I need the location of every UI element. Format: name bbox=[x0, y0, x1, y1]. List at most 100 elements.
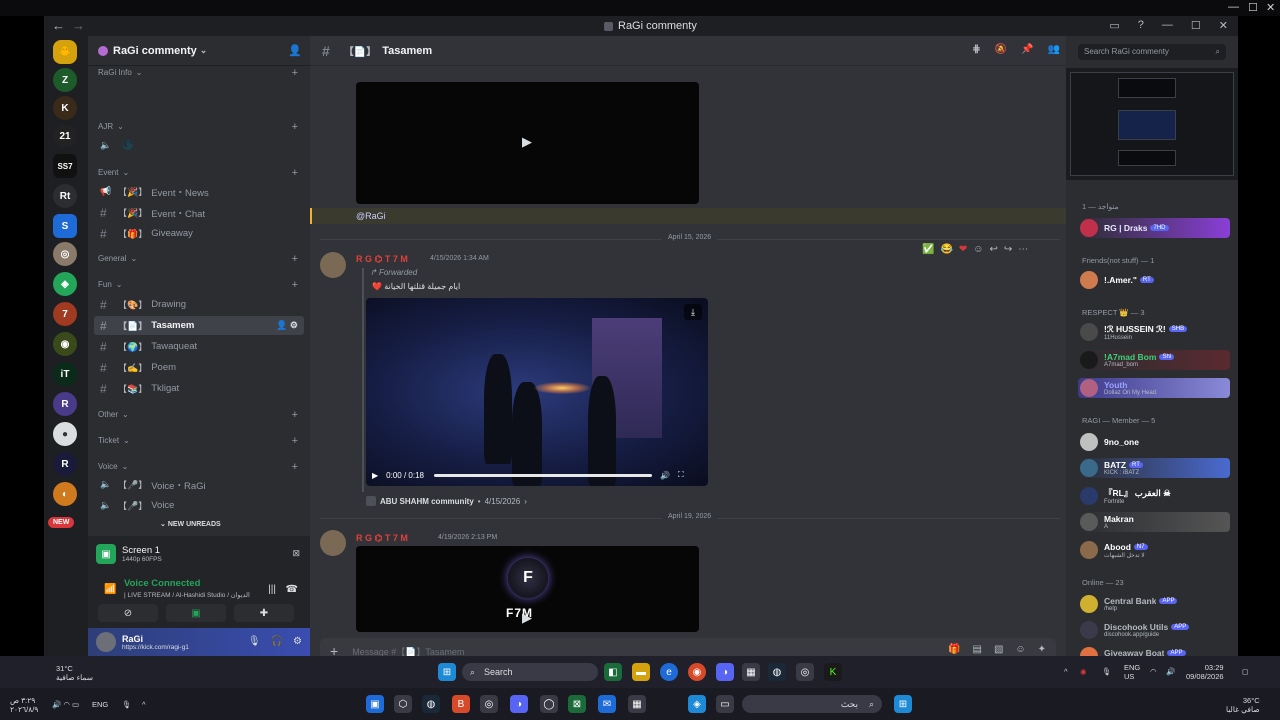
play-icon[interactable]: ▶ bbox=[522, 134, 532, 150]
tray-mic-icon[interactable]: 🎙 bbox=[1102, 667, 1112, 676]
avatar[interactable] bbox=[96, 632, 116, 652]
fullscreen-icon[interactable]: ⛶ bbox=[678, 470, 684, 480]
add-channel-icon[interactable]: + bbox=[292, 435, 298, 447]
tray-app-icon[interactable]: ◉ bbox=[1080, 667, 1087, 676]
folder-icon[interactable]: ▬ bbox=[632, 663, 650, 681]
category-header[interactable]: General ⌄ + bbox=[98, 253, 298, 265]
member-item[interactable]: Youth Dollaz On My Head. bbox=[1078, 378, 1230, 398]
channel-item[interactable]: # 【📚】 Tkligat bbox=[94, 379, 304, 398]
mention-text[interactable]: @RaGi bbox=[356, 211, 386, 221]
mic-icon[interactable]: 🎙 bbox=[122, 700, 132, 709]
channel-item[interactable]: 🔈 🌑 bbox=[94, 136, 304, 155]
server-icon[interactable]: K bbox=[53, 96, 77, 120]
channel-item[interactable]: # 【🎁】 Giveaway bbox=[94, 224, 304, 243]
maximize-icon[interactable]: ☐ bbox=[1248, 1, 1258, 14]
left-lang[interactable]: ENG bbox=[92, 700, 108, 709]
chrome-icon[interactable]: ◉ bbox=[688, 663, 706, 681]
discord-icon[interactable]: ◑ bbox=[716, 663, 734, 681]
laugh-reaction-icon[interactable]: 😂 bbox=[940, 244, 952, 255]
app-icon[interactable]: ◎ bbox=[796, 663, 814, 681]
forward-icon[interactable]: ↪ bbox=[1004, 244, 1012, 255]
back-arrow-icon[interactable]: ← bbox=[52, 18, 65, 33]
add-reaction-icon[interactable]: ☺ bbox=[973, 244, 983, 255]
gift-icon[interactable]: 🎁 bbox=[948, 644, 960, 655]
server-icon[interactable]: ◎ bbox=[53, 242, 77, 266]
server-icon[interactable]: ● bbox=[53, 422, 77, 446]
language-indicator[interactable]: ENG US bbox=[1124, 663, 1140, 681]
channel-item[interactable]: 📢 【🎉】 Event・News bbox=[94, 182, 304, 201]
gear-icon[interactable]: ⚙ bbox=[293, 636, 302, 647]
camera-off-button[interactable]: ⊘ bbox=[98, 604, 158, 622]
chevron-up-icon[interactable]: ^ bbox=[142, 700, 146, 709]
category-header[interactable]: Fun ⌄ + bbox=[98, 279, 298, 291]
win-maximize-icon[interactable]: ☐ bbox=[1191, 19, 1201, 32]
add-attachment-icon[interactable]: + bbox=[330, 643, 338, 656]
category-header[interactable]: RaGi Info ⌄ + bbox=[98, 67, 298, 79]
member-item[interactable]: Giveaway BoatAPPgiveaway.boats | g.help bbox=[1078, 646, 1230, 656]
video-player[interactable]: ⤓ ▶ 0:00 / 0:18 🔊 ⛶ bbox=[366, 298, 708, 486]
server-icon[interactable]: ◉ bbox=[53, 332, 77, 356]
noise-icon[interactable]: ||| bbox=[268, 584, 276, 595]
member-item[interactable]: BATZ RT KICK : iBATZ bbox=[1078, 458, 1230, 478]
left-clock[interactable]: ٣:٢٩ ص ٢٠٢٦/٨/٩ bbox=[10, 696, 38, 714]
message-author[interactable]: R G ⌬ T 7 M bbox=[356, 533, 408, 544]
app-icon[interactable]: ⬡ bbox=[394, 695, 412, 713]
taskbar-search[interactable]: ⌕ Search bbox=[462, 663, 598, 681]
server-icon[interactable]: Rt bbox=[53, 184, 77, 208]
new-badge[interactable]: NEW bbox=[48, 517, 75, 528]
kick-icon[interactable]: K bbox=[824, 663, 842, 681]
steam-icon[interactable]: ◍ bbox=[768, 663, 786, 681]
play-icon[interactable]: ▶ bbox=[522, 610, 532, 626]
windows-start-icon[interactable]: ⊞ bbox=[894, 695, 912, 713]
disconnect-icon[interactable]: ☎ bbox=[286, 584, 298, 595]
store-icon[interactable]: ▦ bbox=[742, 663, 760, 681]
screen-share-row[interactable]: ▣ Screen 1 1440p 60FPS bbox=[96, 544, 162, 564]
weather-widget-2[interactable]: 36°C صافي غالبا bbox=[1226, 696, 1260, 714]
add-channel-icon[interactable]: + bbox=[292, 167, 298, 179]
app-icon[interactable]: ⊠ bbox=[568, 695, 586, 713]
member-item[interactable]: !ℛ HUSSEIN ℛ! SHB 11Hussein bbox=[1078, 322, 1230, 342]
server-icon[interactable]: S bbox=[53, 214, 77, 238]
server-icon[interactable]: ◈ bbox=[53, 272, 77, 296]
channel-item[interactable]: # 【🎉】 Event・Chat bbox=[94, 203, 304, 222]
taskbar-search-rtl[interactable]: بحث ⌕ bbox=[742, 695, 882, 713]
threads-icon[interactable]: ⋕ bbox=[972, 44, 980, 55]
channel-item[interactable]: # 【📄】 Tasamem 👤 ⚙ bbox=[94, 316, 304, 335]
reply-icon[interactable]: ↩ bbox=[990, 244, 998, 255]
add-channel-icon[interactable]: + bbox=[292, 279, 298, 291]
mic-icon[interactable]: 🎙 bbox=[248, 636, 261, 647]
app-icon[interactable]: ◎ bbox=[480, 695, 498, 713]
member-item[interactable]: !.Amer." RT bbox=[1078, 270, 1230, 290]
add-channel-icon[interactable]: + bbox=[292, 121, 298, 133]
category-header[interactable]: Other ⌄ + bbox=[98, 409, 298, 421]
app-icon[interactable]: ▭ bbox=[716, 695, 734, 713]
member-item[interactable]: !A7mad Bom Shi A7mad_bom bbox=[1078, 350, 1230, 370]
server-icon[interactable]: 21 bbox=[53, 124, 77, 148]
activities-button[interactable]: ✚ bbox=[234, 604, 294, 622]
server-icon[interactable]: R bbox=[53, 392, 77, 416]
member-item[interactable]: Discohook Utils APP discohook.app/guide bbox=[1078, 620, 1230, 640]
member-item[interactable]: Abood N7 لا تدخل الشبهات bbox=[1078, 540, 1230, 560]
discord-icon[interactable]: ◑ bbox=[510, 695, 528, 713]
steam-icon[interactable]: ◍ bbox=[422, 695, 440, 713]
invite-people-icon[interactable]: 👤 bbox=[288, 44, 302, 57]
add-channel-icon[interactable]: + bbox=[292, 253, 298, 265]
video-progress[interactable] bbox=[433, 473, 652, 477]
member-item[interactable]: RG | Draks 7HD bbox=[1078, 218, 1230, 238]
channel-item[interactable]: 🔈 【🎤】 Voice bbox=[94, 496, 304, 515]
sticker-icon[interactable]: ▧ bbox=[994, 644, 1003, 655]
more-icon[interactable]: ⋯ bbox=[1018, 244, 1028, 255]
video-embed-top[interactable]: ▶ bbox=[356, 82, 699, 204]
composer-placeholder[interactable]: Message #【📄】Tasamem bbox=[352, 645, 464, 657]
avatar[interactable] bbox=[320, 530, 346, 556]
member-item[interactable]: Makran A bbox=[1078, 512, 1230, 532]
message-composer[interactable]: + Message #【📄】Tasamem 🎁 ▤ ▧ ☺ ✦ bbox=[320, 638, 1056, 656]
server-icon[interactable]: 🐥 bbox=[53, 40, 77, 64]
weather-widget[interactable]: 31°C سماء صافية bbox=[56, 664, 93, 682]
gif-icon[interactable]: ▤ bbox=[972, 644, 981, 655]
forward-arrow-icon[interactable]: → bbox=[72, 18, 85, 33]
channel-item[interactable]: # 【🌍】 Tawaqueat bbox=[94, 337, 304, 356]
heart-reaction-icon[interactable]: ❤ bbox=[959, 244, 967, 255]
inbox-icon[interactable]: ▭ bbox=[1109, 19, 1119, 32]
clock[interactable]: 03:29 09/08/2026 bbox=[1186, 663, 1224, 681]
